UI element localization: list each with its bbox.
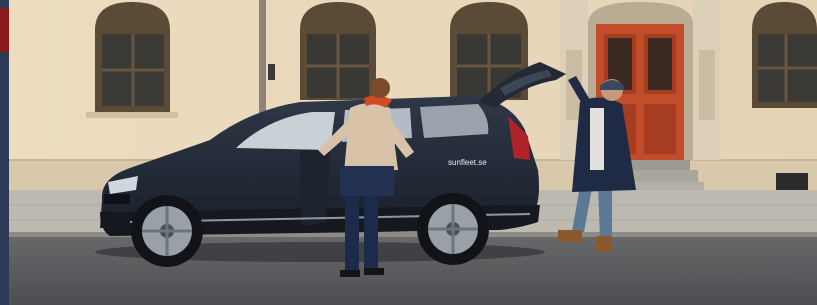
front-wheel [131, 195, 203, 267]
rear-wheel [417, 193, 489, 265]
window [752, 2, 817, 108]
left-edge-strip [0, 0, 9, 305]
window [300, 2, 376, 100]
street-scene-photo: sunfleet.se [0, 0, 817, 305]
car-decal: sunfleet.se [448, 158, 487, 167]
wall-box [776, 173, 808, 191]
window [86, 2, 178, 118]
drainpipe [259, 0, 266, 120]
wall-lamp [268, 64, 275, 80]
photo-frame: sunfleet.se [0, 0, 817, 305]
